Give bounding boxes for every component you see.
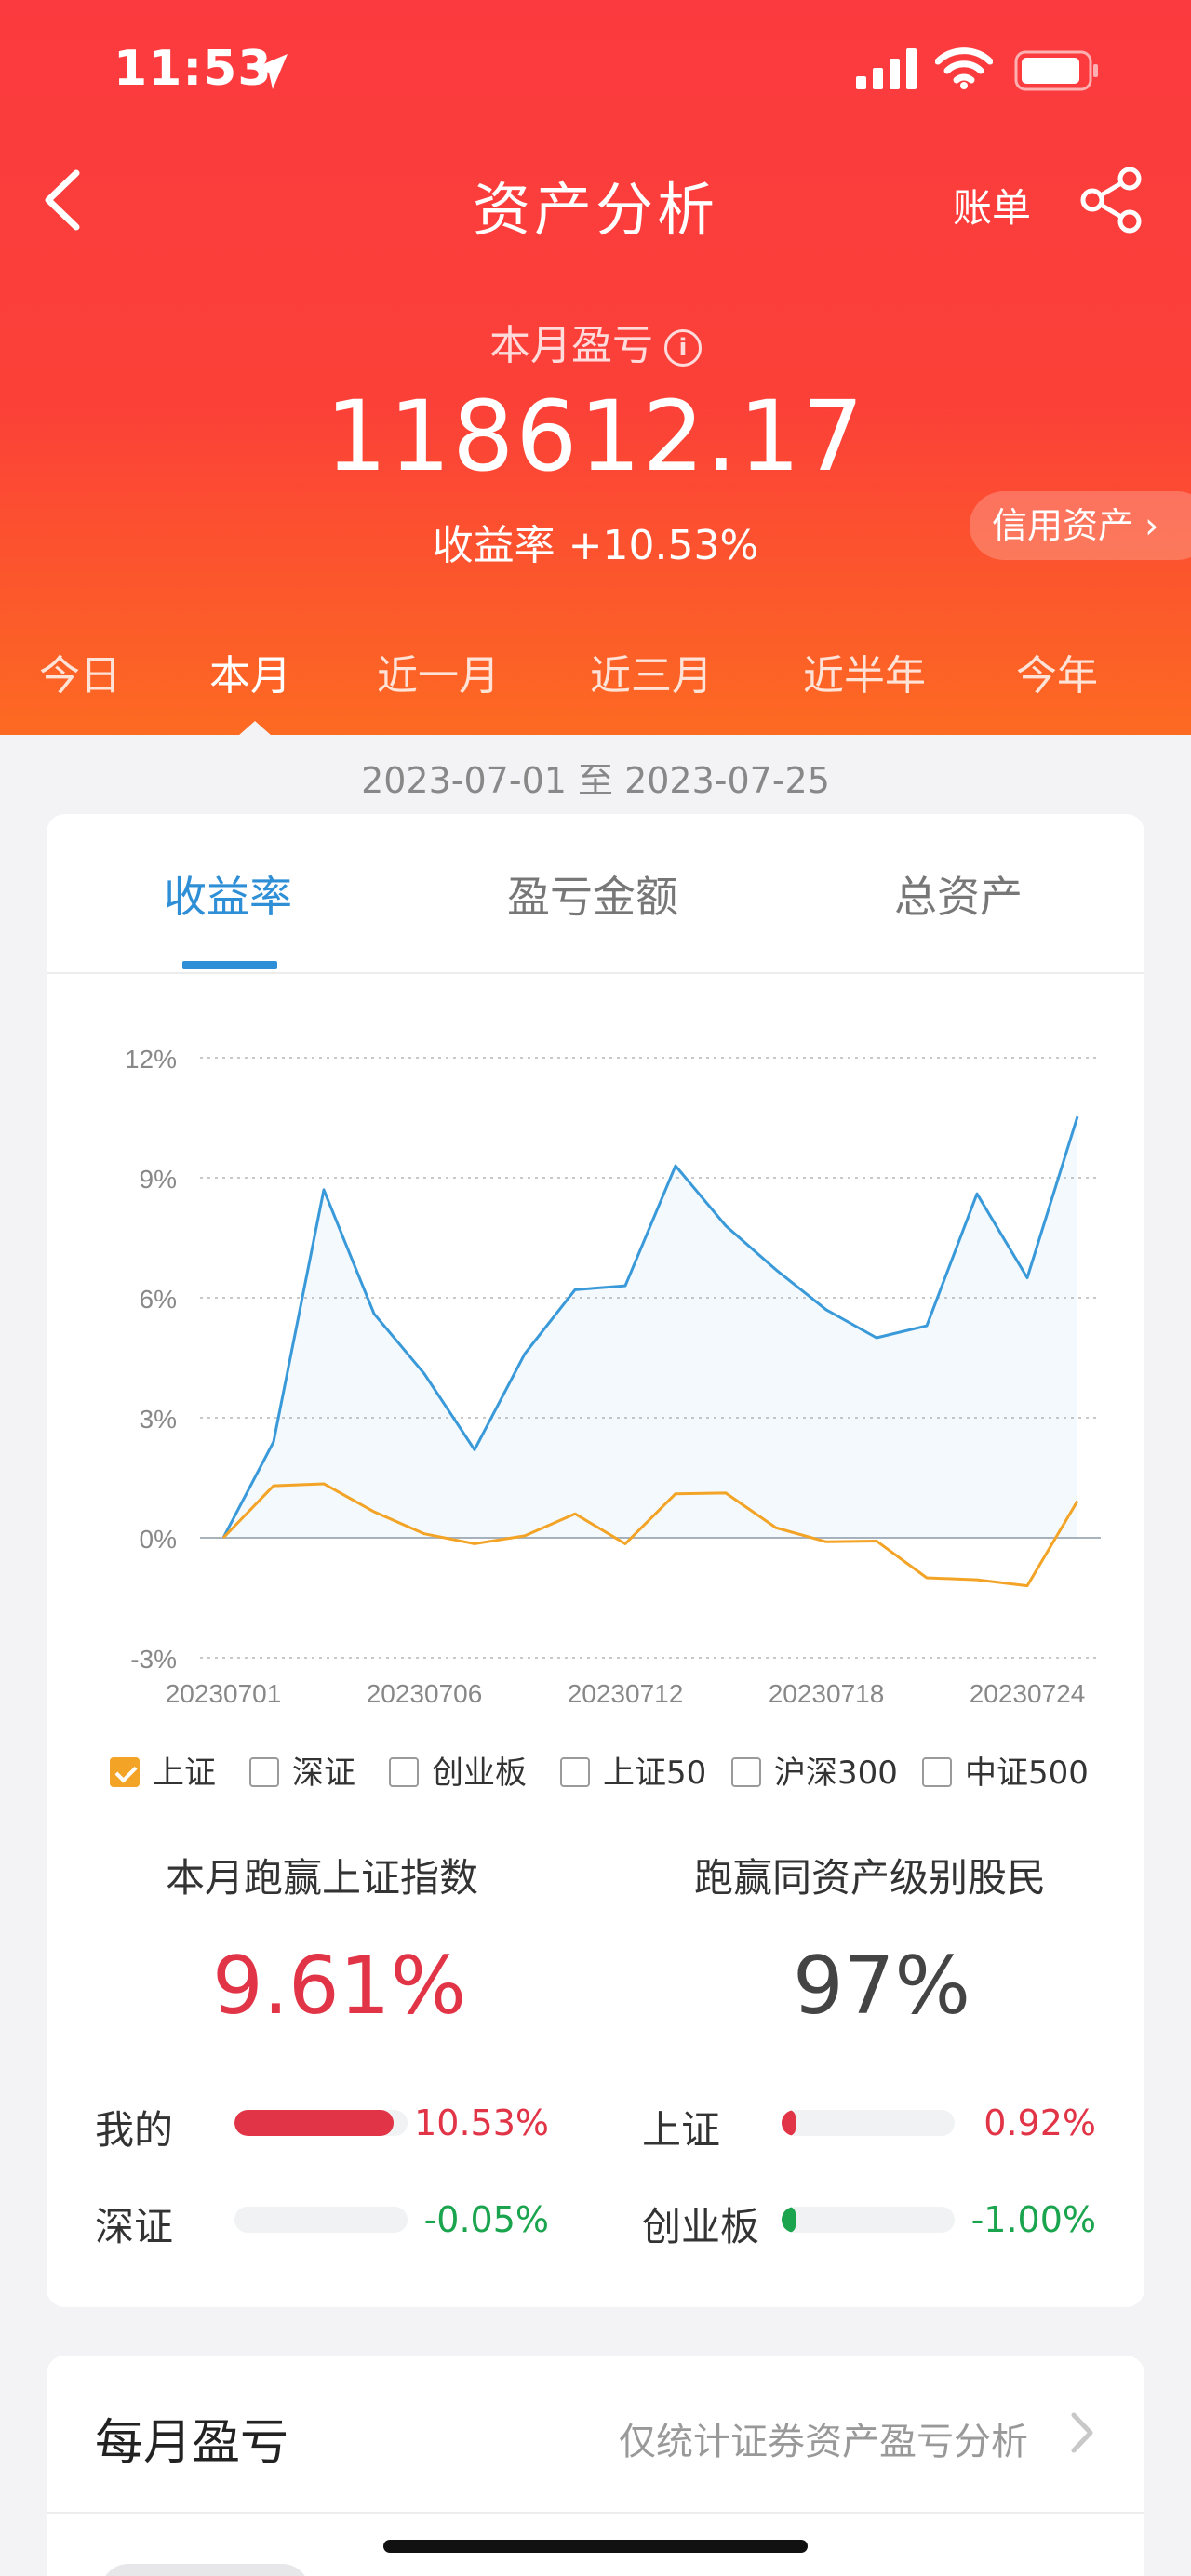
legend-chinext[interactable]: 创业板 xyxy=(389,1747,527,1793)
legend-label: 创业板 xyxy=(432,1755,527,1792)
legend-label: 沪深300 xyxy=(774,1755,898,1792)
toggle-pill[interactable] xyxy=(100,2564,310,2576)
compare-bar-fill xyxy=(782,2207,796,2233)
checkbox-icon xyxy=(922,1756,952,1787)
y-tick-label: 12% xyxy=(125,1045,177,1074)
legend-shanghai[interactable]: 上证 xyxy=(110,1747,216,1793)
compare-bar-mine xyxy=(234,2110,408,2136)
x-tick-label: 20230701 xyxy=(166,1679,282,1708)
monthly-pl-title: 每月盈亏 xyxy=(95,2415,289,2471)
y-tick-label: 6% xyxy=(140,1285,177,1314)
beat-index-value: 9.61% xyxy=(212,1940,467,2033)
legend-shenzhen[interactable]: 深证 xyxy=(249,1747,355,1793)
return-chart: 12% 9% 6% 3% 0% -3% 20230701 20230706 20230712 20… xyxy=(125,1045,1101,1708)
legend-label: 上证 xyxy=(153,1755,216,1792)
x-tick-label: 20230712 xyxy=(568,1679,684,1708)
y-tick-label: 3% xyxy=(140,1405,177,1434)
home-indicator xyxy=(383,2540,808,2553)
compare-bar-fill xyxy=(782,2110,796,2136)
legend-csi500[interactable]: 中证500 xyxy=(922,1747,1089,1793)
x-tick-label: 20230724 xyxy=(970,1679,1086,1708)
x-tick-label: 20230718 xyxy=(769,1679,885,1708)
beat-index-label: 本月跑赢上证指数 xyxy=(166,1855,479,1901)
legend-label: 中证500 xyxy=(965,1755,1089,1792)
compare-label-shanghai: 上证 xyxy=(642,2107,721,2153)
compare-bar-fill xyxy=(234,2110,395,2136)
checkbox-icon xyxy=(560,1756,590,1787)
checkbox-icon xyxy=(249,1756,279,1787)
compare-bar-shenzhen xyxy=(234,2207,408,2233)
checkbox-checked-icon xyxy=(110,1756,140,1787)
y-tick-label: 0% xyxy=(140,1525,177,1554)
chevron-right-icon[interactable] xyxy=(1068,2409,1096,2456)
monthly-pl-note[interactable]: 仅统计证券资产盈亏分析 xyxy=(619,2411,1028,2465)
compare-label-mine: 我的 xyxy=(95,2107,174,2153)
legend-csi300[interactable]: 沪深300 xyxy=(731,1747,898,1793)
legend-label: 深证 xyxy=(292,1755,355,1792)
compare-label-chinext: 创业板 xyxy=(642,2204,760,2249)
series-area xyxy=(223,1116,1077,1538)
checkbox-icon xyxy=(389,1756,419,1787)
compare-bar-shanghai xyxy=(782,2110,955,2136)
x-tick-label: 20230706 xyxy=(367,1679,483,1708)
checkbox-icon xyxy=(731,1756,761,1787)
legend-sse50[interactable]: 上证50 xyxy=(560,1747,706,1793)
compare-bar-chinext xyxy=(782,2207,955,2233)
compare-value-shanghai: 0.92% xyxy=(984,2102,1096,2143)
compare-value-shenzhen: -0.05% xyxy=(423,2199,549,2240)
beat-peers-value: 97% xyxy=(793,1940,971,2033)
y-tick-label: -3% xyxy=(130,1645,177,1674)
compare-value-mine: 10.53% xyxy=(414,2102,549,2143)
legend-label: 上证50 xyxy=(603,1755,707,1792)
beat-peers-label: 跑赢同资产级别股民 xyxy=(694,1855,1047,1901)
divider xyxy=(47,2512,1144,2514)
y-tick-label: 9% xyxy=(140,1165,177,1194)
compare-label-shenzhen: 深证 xyxy=(95,2204,174,2249)
compare-value-chinext: -1.00% xyxy=(970,2199,1096,2240)
